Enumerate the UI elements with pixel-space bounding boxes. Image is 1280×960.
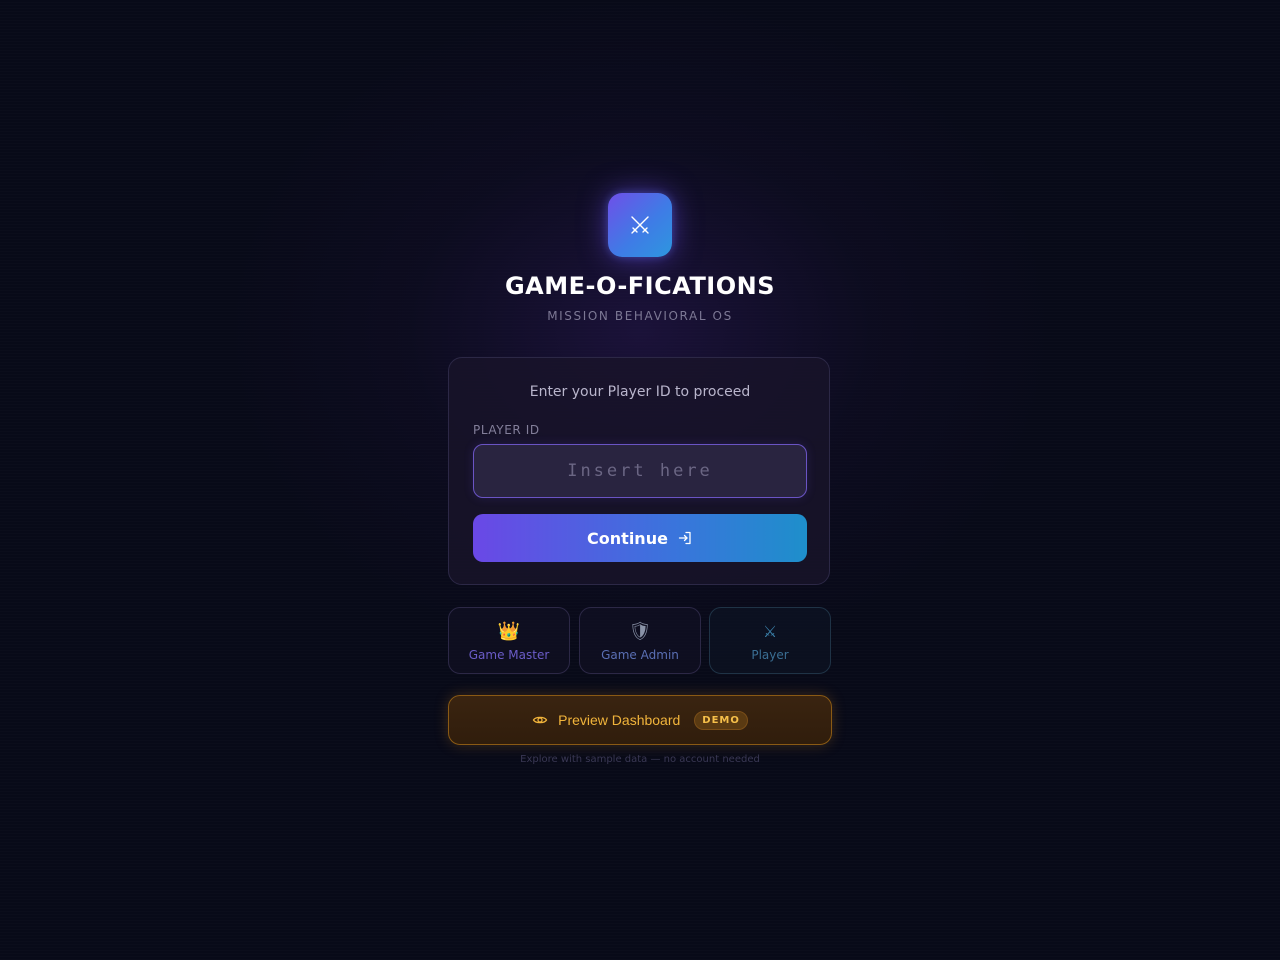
eye-icon	[532, 712, 548, 728]
role-player[interactable]: ⚔ Player	[709, 607, 831, 674]
role-game-admin[interactable]: 🛡 Game Admin	[579, 607, 701, 674]
player-id-label: PLAYER ID	[473, 423, 540, 437]
player-id-input[interactable]	[473, 444, 807, 498]
continue-button[interactable]: Continue	[473, 514, 807, 562]
role-label: Game Master	[468, 648, 550, 662]
login-card: Enter your Player ID to proceed PLAYER I…	[448, 357, 830, 585]
crossed-swords-icon: ⚔	[762, 622, 778, 641]
crown-icon: 👑	[497, 621, 521, 642]
preview-dashboard-label: Preview Dashboard	[558, 712, 681, 728]
role-game-master[interactable]: 👑 Game Master	[448, 607, 570, 674]
app-title: GAME-O-FICATIONS	[504, 272, 776, 300]
demo-badge: DEMO	[694, 710, 748, 730]
app-logo	[608, 193, 672, 257]
shield-icon: 🛡	[628, 621, 652, 642]
continue-label: Continue	[587, 528, 668, 548]
role-label: Game Admin	[601, 648, 679, 662]
app-subtitle: MISSION BEHAVIORAL OS	[547, 309, 733, 323]
login-screen: GAME-O-FICATIONS MISSION BEHAVIORAL OS E…	[0, 0, 1280, 960]
crossed-swords-icon	[628, 213, 652, 237]
role-label: Player	[751, 648, 789, 662]
login-prompt: Enter your Player ID to proceed	[529, 384, 751, 400]
preview-note: Explore with sample data — no account ne…	[520, 754, 760, 765]
log-in-icon	[677, 530, 693, 546]
preview-dashboard-button[interactable]: Preview Dashboard DEMO	[448, 695, 832, 745]
